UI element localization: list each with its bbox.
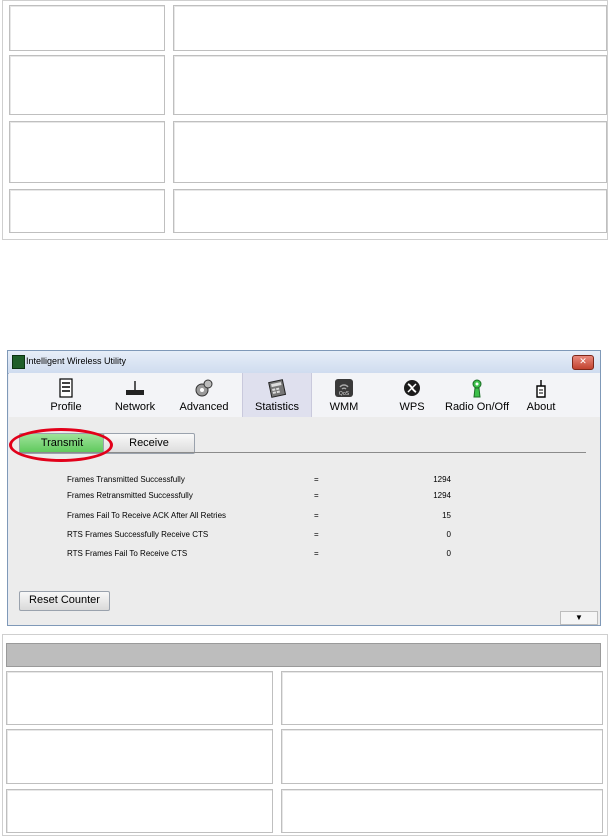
toolbar-radio-on-off[interactable]: Radio On/Off [439, 373, 515, 417]
top-doc-table [2, 0, 608, 240]
stat-value: 0 [446, 530, 451, 539]
wmm-icon: QoS [335, 379, 353, 397]
doc-cell [6, 729, 273, 784]
doc-cell [281, 671, 603, 725]
toolbar-network[interactable]: Network [108, 373, 162, 417]
advanced-icon [195, 379, 213, 397]
stat-label: Frames Retransmitted Successfully [67, 491, 193, 500]
tab-receive[interactable]: Receive [103, 433, 195, 454]
table-header-bar [6, 643, 601, 667]
radio-icon [472, 379, 482, 398]
doc-cell [9, 121, 165, 183]
app-icon [12, 355, 25, 369]
stat-value: 1294 [433, 475, 451, 484]
toolbar-wmm[interactable]: QoS WMM [319, 373, 369, 417]
stat-sep: = [314, 549, 319, 558]
stat-sep: = [314, 475, 319, 484]
toolbar-label: WPS [399, 401, 425, 413]
stat-sep: = [314, 491, 319, 500]
highlight-ellipse [9, 428, 113, 462]
doc-cell [9, 189, 165, 233]
profile-icon [59, 378, 73, 398]
stat-label: RTS Frames Fail To Receive CTS [67, 549, 188, 558]
toolbar-label: Statistics [254, 401, 299, 413]
doc-cell [9, 55, 165, 115]
close-button[interactable]: ✕ [572, 355, 594, 370]
stat-value: 15 [442, 511, 451, 520]
doc-cell [173, 5, 607, 51]
toolbar-label: Advanced [179, 401, 229, 413]
stat-sep: = [314, 511, 319, 520]
arrow-down-icon: ▼ [575, 613, 583, 622]
toolbar-advanced[interactable]: Advanced [174, 373, 234, 417]
wps-icon [404, 380, 420, 396]
doc-row [6, 671, 603, 725]
doc-row [9, 121, 607, 183]
doc-cell [173, 121, 607, 183]
svg-text:QoS: QoS [339, 391, 349, 397]
toolbar-wps[interactable]: WPS [387, 373, 437, 417]
toolbar-label: WMM [329, 401, 359, 413]
doc-cell [6, 671, 273, 725]
doc-cell [281, 789, 603, 833]
statistics-panel: Transmit Receive Frames Transmitted Succ… [9, 417, 600, 625]
stat-value: 1294 [433, 491, 451, 500]
toolbar-label: Network [114, 401, 156, 413]
main-toolbar: Profile Network Advanced Statistics QoS … [9, 373, 600, 418]
doc-row [9, 5, 607, 51]
doc-cell [173, 55, 607, 115]
reset-counter-button[interactable]: Reset Counter [19, 591, 110, 611]
toolbar-label: Radio On/Off [445, 401, 509, 413]
stat-label: Frames Fail To Receive ACK After All Ret… [67, 511, 227, 520]
network-icon [126, 381, 144, 395]
stat-sep: = [314, 530, 319, 539]
doc-row [6, 729, 603, 784]
doc-row [9, 189, 607, 233]
doc-cell [173, 189, 607, 233]
title-bar[interactable]: Intelligent Wireless Utility ✕ [8, 351, 600, 374]
window-title: Intelligent Wireless Utility [26, 356, 127, 366]
toolbar-label: About [526, 401, 556, 413]
app-window: Intelligent Wireless Utility ✕ Profile N… [7, 350, 601, 626]
toolbar-about[interactable]: About [521, 373, 561, 417]
doc-cell [9, 5, 165, 51]
toolbar-label: Profile [50, 401, 82, 413]
toolbar-profile[interactable]: Profile [39, 373, 93, 417]
statistics-icon [268, 379, 287, 398]
about-icon [536, 380, 546, 398]
stat-label: Frames Transmitted Successfully [67, 475, 185, 484]
toolbar-statistics[interactable]: Statistics [242, 373, 312, 417]
doc-row [9, 55, 607, 115]
stat-value: 0 [446, 549, 451, 558]
doc-cell [6, 789, 273, 833]
doc-cell [281, 729, 603, 784]
close-icon: ✕ [579, 357, 587, 367]
stat-label: RTS Frames Successfully Receive CTS [67, 530, 209, 539]
scroll-down-button[interactable]: ▼ [560, 611, 598, 625]
doc-row [6, 789, 603, 833]
